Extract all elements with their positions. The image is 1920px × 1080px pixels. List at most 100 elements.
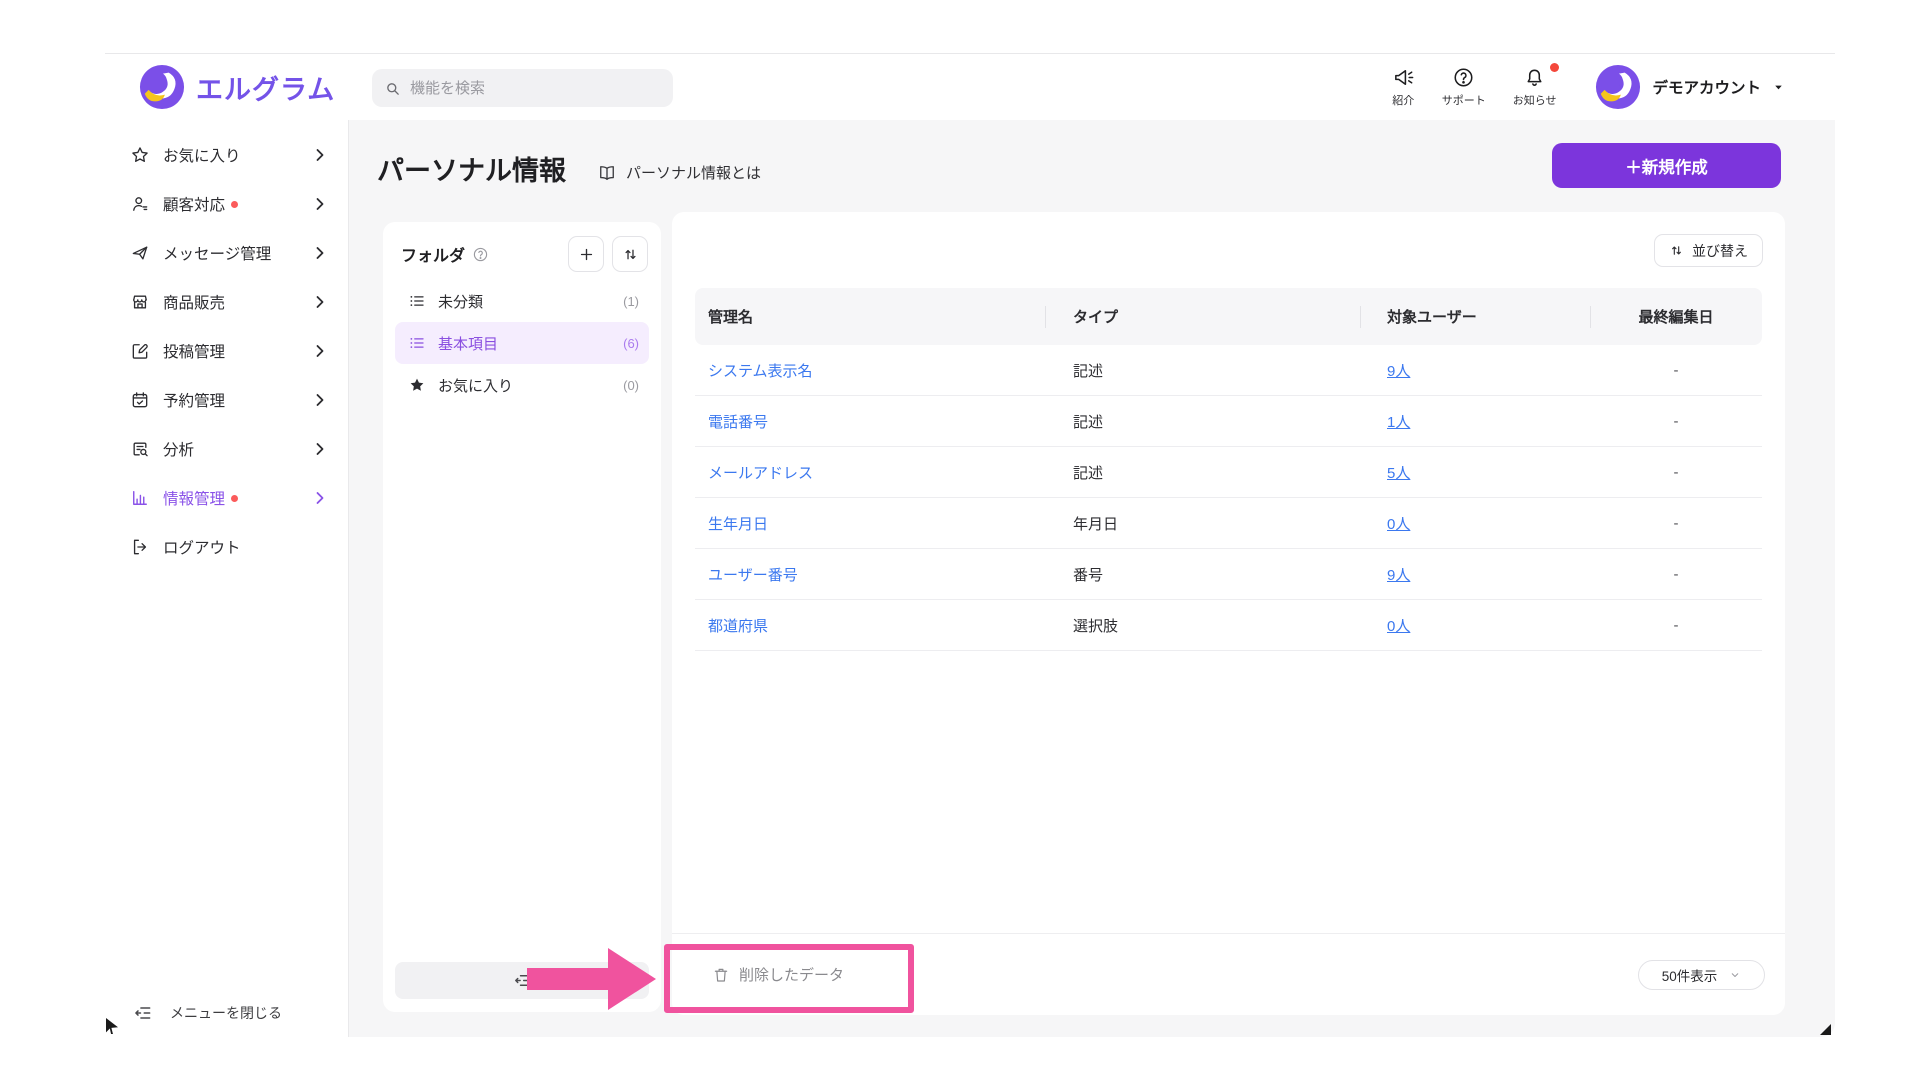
item-name-link[interactable]: 都道府県 [708, 615, 768, 636]
page-size-select[interactable]: 50件表示 [1638, 960, 1765, 990]
item-name-link[interactable]: ユーザー番号 [708, 564, 798, 585]
item-type: 記述 [1045, 345, 1360, 395]
star-icon [130, 145, 150, 165]
item-name-link[interactable]: 電話番号 [708, 411, 768, 432]
caret-down-icon [1772, 81, 1785, 94]
sort-button-label: 並び替え [1692, 241, 1748, 261]
table-row: 電話番号 記述 1人 - [695, 396, 1762, 447]
chevron-right-icon [310, 341, 330, 361]
folder-item-1[interactable]: 基本項目 (6) [395, 322, 649, 364]
folder-item-2[interactable]: お気に入り (0) [395, 364, 649, 406]
star-filled-icon [408, 376, 426, 394]
target-users-link[interactable]: 0人 [1387, 513, 1410, 534]
bell-icon [1523, 66, 1546, 89]
store-icon [130, 292, 150, 312]
page-size-value: 50件表示 [1662, 965, 1718, 985]
notification-badge [1550, 63, 1559, 72]
annotation-highlight-box [664, 944, 914, 1013]
folder-list: 未分類 (1) 基本項目 (6) お気に入り (0) [395, 280, 649, 406]
folder-title: フォルダ [401, 242, 465, 266]
last-edited: - [1590, 396, 1762, 446]
items-panel: 並び替え 管理名タイプ対象ユーザー最終編集日 システム表示名 記述 9人 - 電… [672, 212, 1785, 1015]
book-icon [597, 163, 617, 183]
table-column-header: 管理名 [695, 288, 1045, 345]
target-users-link[interactable]: 0人 [1387, 615, 1410, 636]
close-menu-button[interactable]: メニューを閉じる [133, 1003, 282, 1023]
sidebar-item-0[interactable]: お気に入り [105, 132, 348, 178]
chevron-right-icon [310, 145, 330, 165]
collapse-menu-icon [133, 1003, 153, 1023]
target-users-link[interactable]: 9人 [1387, 360, 1410, 381]
chevron-right-icon [310, 390, 330, 410]
megaphone-icon [1392, 66, 1415, 89]
item-name-link[interactable]: メールアドレス [708, 462, 813, 483]
topbar-action-1[interactable]: サポート [1442, 66, 1486, 108]
page-title: パーソナル情報 [377, 149, 566, 188]
folder-panel-header: フォルダ [383, 222, 661, 272]
sidebar-item-1[interactable]: 顧客対応 [105, 181, 348, 227]
search-icon [384, 80, 401, 97]
topbar-action-0[interactable]: 紹介 [1392, 66, 1415, 108]
item-name-link[interactable]: 生年月日 [708, 513, 768, 534]
sort-arrows-icon [1669, 243, 1684, 258]
topbar: エルグラム 紹介 サポート お知らせ デモアカウント [105, 54, 1835, 120]
global-search[interactable] [372, 69, 673, 107]
table-body: システム表示名 記述 9人 - 電話番号 記述 1人 - メールアドレス 記述 … [695, 345, 1762, 651]
table-row: システム表示名 記述 9人 - [695, 345, 1762, 396]
table-row: 生年月日 年月日 0人 - [695, 498, 1762, 549]
chevron-right-icon [310, 194, 330, 214]
topbar-action-2[interactable]: お知らせ [1513, 66, 1557, 108]
reorder-folders-button[interactable] [612, 236, 648, 272]
table-column-header: 対象ユーザー [1360, 288, 1590, 345]
item-type: 記述 [1045, 447, 1360, 497]
last-edited: - [1590, 600, 1762, 650]
chart-icon [130, 488, 150, 508]
table-row: メールアドレス 記述 5人 - [695, 447, 1762, 498]
chevron-right-icon [310, 488, 330, 508]
sidebar-item-3[interactable]: 商品販売 [105, 279, 348, 325]
close-menu-label: メニューを閉じる [170, 1003, 282, 1023]
chevron-right-icon [310, 439, 330, 459]
last-edited: - [1590, 549, 1762, 599]
sidebar-item-6[interactable]: 分析 [105, 426, 348, 472]
sort-button[interactable]: 並び替え [1654, 234, 1763, 267]
target-users-link[interactable]: 1人 [1387, 411, 1410, 432]
help-circle-icon[interactable] [472, 246, 489, 263]
list-icon [408, 292, 426, 310]
page-help-label: パーソナル情報とは [626, 162, 761, 183]
sort-arrows-icon [622, 246, 639, 263]
chevron-right-icon [310, 243, 330, 263]
item-type: 年月日 [1045, 498, 1360, 548]
last-edited: - [1590, 345, 1762, 395]
target-users-link[interactable]: 5人 [1387, 462, 1410, 483]
folder-panel: フォルダ 未分類 (1) 基本項目 (6) お気に入り (0) [383, 222, 661, 1012]
account-menu[interactable]: デモアカウント [1595, 64, 1785, 110]
item-type: 番号 [1045, 549, 1360, 599]
sidebar-item-2[interactable]: メッセージ管理 [105, 230, 348, 276]
brand-name: エルグラム [196, 68, 335, 107]
sidebar-nav: お気に入り 顧客対応 メッセージ管理 商品販売 投稿管理 予約管理 分析 情報管… [105, 120, 348, 1037]
sidebar-item-4[interactable]: 投稿管理 [105, 328, 348, 374]
person-icon [130, 194, 150, 214]
create-new-button[interactable]: ＋新規作成 [1552, 143, 1781, 188]
folder-item-0[interactable]: 未分類 (1) [395, 280, 649, 322]
send-icon [130, 243, 150, 263]
brand-logo-icon [139, 64, 185, 110]
add-folder-button[interactable] [568, 236, 604, 272]
search-input[interactable] [410, 80, 630, 97]
table-row: ユーザー番号 番号 9人 - [695, 549, 1762, 600]
sidebar-item-8[interactable]: ログアウト [105, 524, 348, 570]
main-area: パーソナル情報 パーソナル情報とは ＋新規作成 フォルダ 未分類 (1) 基本項… [349, 120, 1835, 1037]
app-logo[interactable]: エルグラム [139, 64, 335, 110]
target-users-link[interactable]: 9人 [1387, 564, 1410, 585]
avatar [1595, 64, 1641, 110]
annotation-arrow [527, 968, 613, 990]
last-edited: - [1590, 447, 1762, 497]
sidebar-item-5[interactable]: 予約管理 [105, 377, 348, 423]
sidebar-item-7[interactable]: 情報管理 [105, 475, 348, 521]
list-icon [408, 334, 426, 352]
page-help-link[interactable]: パーソナル情報とは [597, 162, 761, 183]
account-name: デモアカウント [1652, 76, 1761, 98]
item-name-link[interactable]: システム表示名 [708, 360, 813, 381]
table-row: 都道府県 選択肢 0人 - [695, 600, 1762, 651]
